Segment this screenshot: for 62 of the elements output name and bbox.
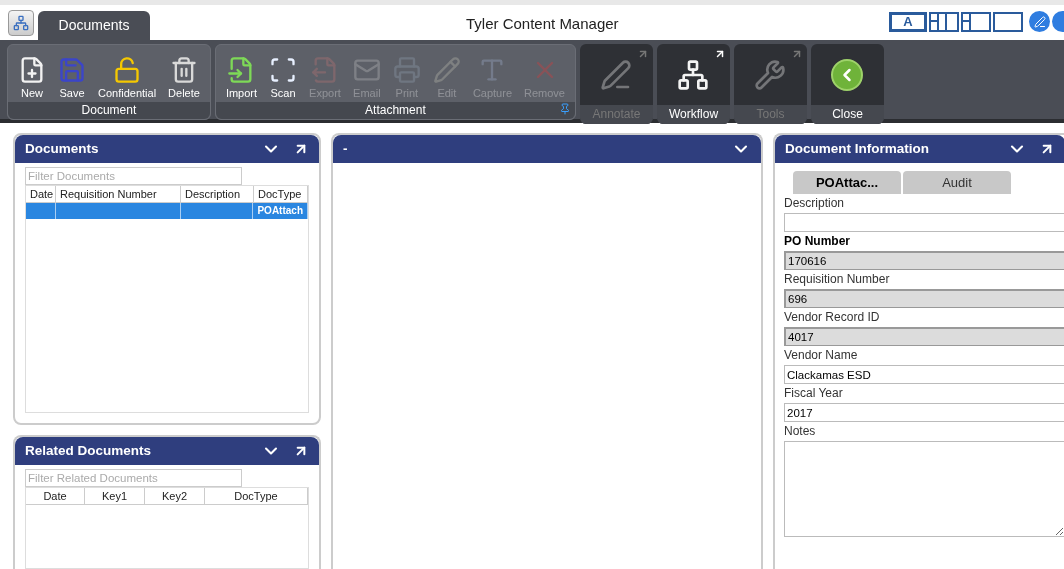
column-header[interactable]: Date — [26, 488, 85, 504]
input-field[interactable]: 170616 — [784, 251, 1064, 270]
pen-page-icon — [600, 58, 633, 91]
column-header[interactable]: Date — [26, 186, 56, 202]
layout-button[interactable]: A — [889, 11, 927, 32]
column-header[interactable]: Description — [181, 186, 254, 202]
ribbon-tab[interactable]: Documents — [38, 11, 150, 40]
layout-button[interactable] — [993, 11, 1023, 32]
toolbox-icon — [754, 58, 787, 91]
input-field[interactable]: 696 — [784, 289, 1064, 308]
group-label: Document — [8, 102, 210, 119]
toolbar-button[interactable]: Import — [219, 45, 264, 99]
file-export-icon — [310, 56, 339, 84]
field-label: Vendor Name — [784, 347, 859, 364]
field-label: Requisition Number — [784, 271, 891, 288]
toolbar-button[interactable]: Save — [52, 45, 92, 99]
app-title: Tyler Content Manager — [466, 14, 619, 34]
column-header[interactable]: DocType — [254, 186, 308, 202]
toolbar-button[interactable]: Workflow — [657, 44, 730, 124]
trash-can-icon — [170, 56, 198, 84]
pin-icon[interactable] — [559, 103, 571, 115]
expand-icon — [714, 48, 726, 60]
input-field[interactable]: 4017 — [784, 327, 1064, 346]
panel-title: - — [343, 139, 349, 158]
flowchart-icon — [677, 58, 710, 91]
toolbar-button[interactable]: Delete — [162, 45, 206, 99]
field-label: Vendor Record ID — [784, 309, 881, 326]
field-label: Notes — [784, 423, 817, 440]
toolbar-button[interactable]: New — [12, 45, 52, 99]
column-header[interactable]: DocType — [205, 488, 308, 504]
field-label: Fiscal Year — [784, 385, 844, 402]
panel-title: Related Documents — [25, 441, 153, 460]
notes-field[interactable] — [784, 441, 1064, 537]
expand-icon — [637, 48, 649, 60]
column-header[interactable]: Requisition Number — [56, 186, 181, 202]
info-tab[interactable]: Audit — [903, 171, 1011, 194]
panel-title: Documents — [25, 139, 100, 158]
field-label: Description — [784, 195, 846, 212]
layout-button[interactable] — [929, 11, 959, 32]
printer-icon — [392, 56, 421, 84]
filter-field[interactable]: Filter Related Documents — [25, 469, 242, 487]
column-header[interactable]: Key1 — [85, 488, 145, 504]
info-tab[interactable]: POAttac... — [793, 171, 901, 194]
input-field[interactable] — [784, 213, 1064, 232]
table-row[interactable]: POAttach — [26, 203, 308, 219]
app-logo-button[interactable] — [8, 10, 34, 36]
input-field[interactable]: 2017 — [784, 403, 1064, 422]
panel-title: Document Information — [785, 139, 930, 158]
group-label: Attachment — [215, 102, 575, 119]
toolbar-button[interactable]: Close — [811, 44, 884, 124]
toolbar-button[interactable]: Confidential — [92, 45, 163, 99]
logo-icon — [13, 15, 29, 31]
pencil-icon — [432, 56, 461, 84]
column-header[interactable]: Key2 — [145, 488, 205, 504]
padlock-icon — [113, 56, 142, 84]
field-label: PO Number — [784, 233, 851, 250]
expand-icon — [791, 48, 803, 60]
toolbar-button[interactable]: Scan — [263, 45, 304, 99]
input-field[interactable]: Clackamas ESD — [784, 365, 1064, 384]
table-cell: POAttach — [257, 205, 303, 216]
layout-button[interactable] — [961, 11, 991, 32]
filter-field[interactable]: Filter Documents — [25, 167, 242, 185]
